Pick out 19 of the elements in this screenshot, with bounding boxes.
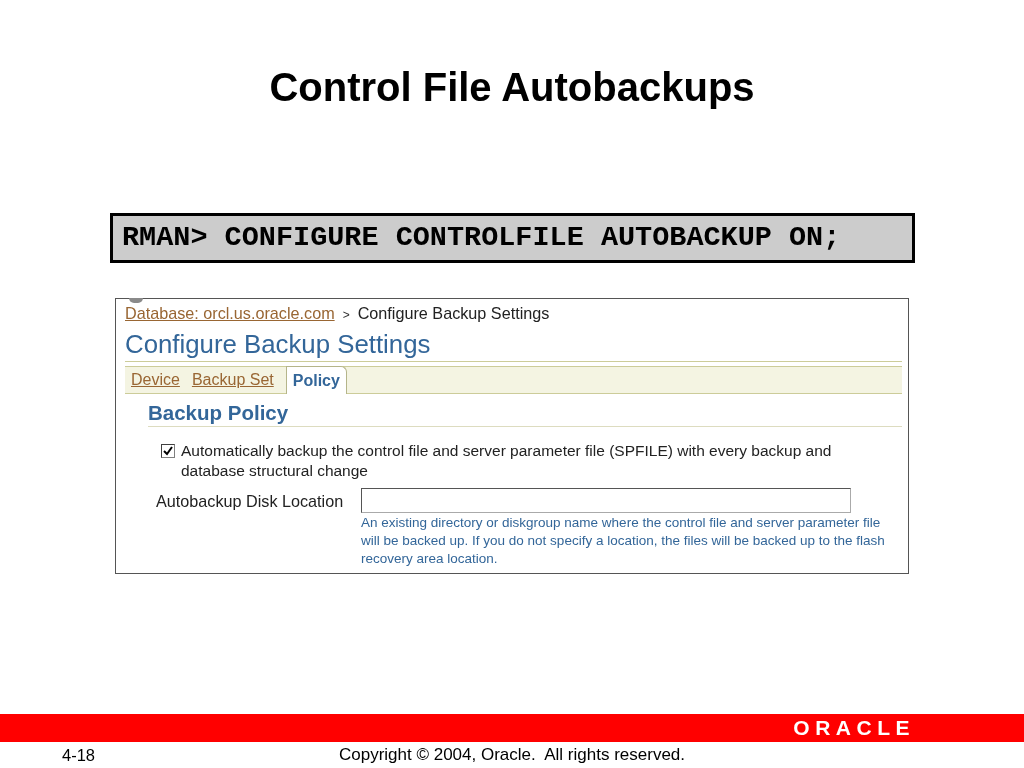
section-heading: Backup Policy (148, 401, 902, 427)
field-label: Autobackup Disk Location (156, 491, 345, 512)
breadcrumb-current: Configure Backup Settings (357, 304, 550, 323)
breadcrumb-separator: > (342, 307, 350, 324)
checkbox-label: Automatically backup the control file and server parameter file (SPFILE) with every backup and database structural change (181, 441, 833, 481)
page-number: 4-18 (61, 744, 97, 766)
text-field[interactable] (361, 488, 851, 513)
help-text: An existing directory or diskgroup name where the control file and server parameter file will be backed up. If you do not specify a location, the files will be backed up to the flash recovery area location. (361, 514, 886, 568)
check-icon (163, 446, 173, 456)
breadcrumb-link[interactable]: Database: orcl.us.oracle.com (125, 304, 335, 323)
command-text: RMAN> CONFIGURE CONTROLFILE AUTOBACKUP ON; (122, 222, 841, 254)
tab[interactable]: Backup Set (188, 367, 277, 393)
copyright-text: Copyright © 2004, Oracle. All rights reserved. (338, 744, 686, 767)
tab[interactable]: Policy (285, 366, 347, 394)
tab[interactable]: Device (128, 367, 183, 393)
slide-title: Control File Autobackups (269, 64, 755, 110)
oracle-logo: ORACLE (793, 718, 915, 738)
page-heading: Configure Backup Settings (125, 329, 902, 362)
checkbox[interactable] (161, 444, 175, 458)
